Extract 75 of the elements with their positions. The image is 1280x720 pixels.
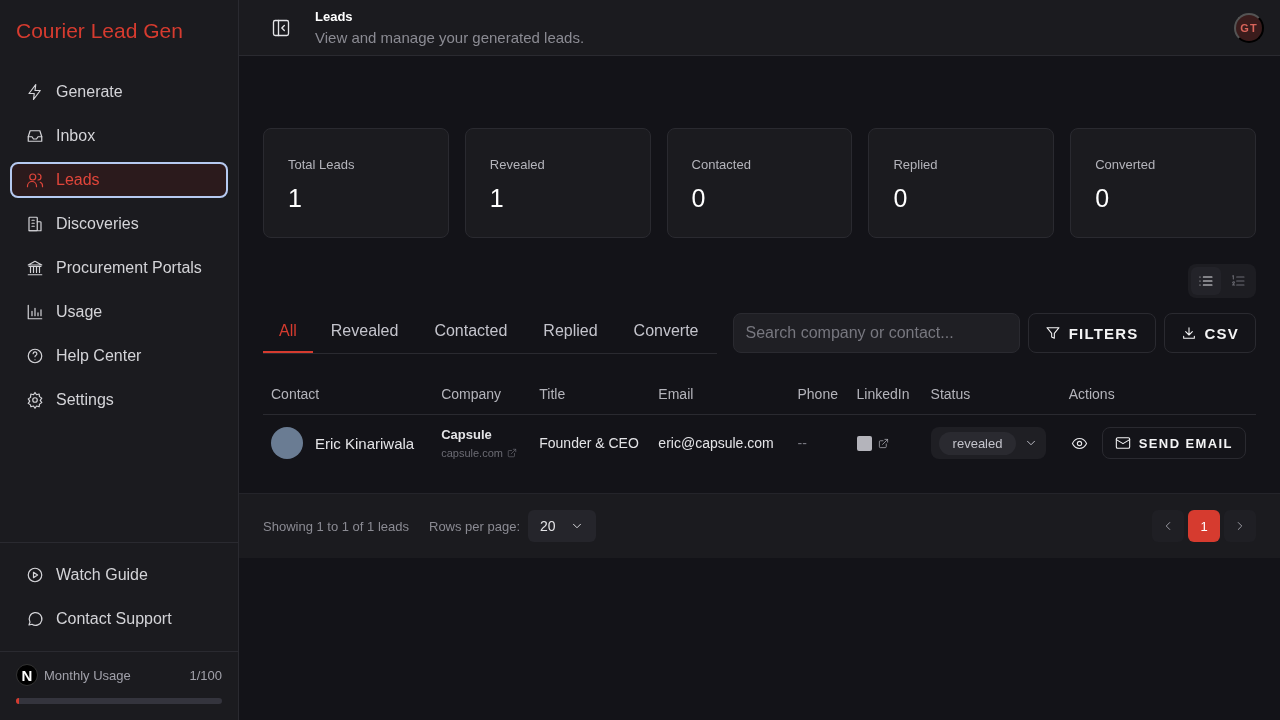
search-field[interactable]: Search company or contact... bbox=[732, 313, 1020, 353]
stat-value: 0 bbox=[893, 184, 909, 213]
column-header: LinkedIn bbox=[848, 386, 923, 415]
user-avatar[interactable]: GT bbox=[1234, 12, 1264, 43]
stat-value: 1 bbox=[489, 184, 505, 213]
page-subtitle: View and manage your generated leads. bbox=[315, 29, 586, 46]
usage-count: 1/100 bbox=[189, 667, 222, 683]
sidebar-item[interactable]: Procurement Portals bbox=[10, 250, 228, 286]
send-email-button[interactable]: SEND EMAIL bbox=[1101, 427, 1246, 459]
sidebar-item[interactable]: Settings bbox=[10, 382, 228, 418]
external-link-icon bbox=[877, 437, 889, 449]
rows-per-page-label: Rows per page: bbox=[429, 518, 521, 534]
column-header: Status bbox=[922, 386, 1061, 415]
stat-value: 0 bbox=[691, 184, 707, 213]
column-header: Company bbox=[433, 386, 532, 415]
status-select[interactable]: revealed bbox=[930, 427, 1047, 459]
external-link-icon bbox=[506, 448, 517, 458]
building-icon bbox=[26, 215, 44, 233]
status-pill: revealed bbox=[938, 431, 1017, 455]
filter-icon bbox=[1044, 325, 1061, 341]
stat-value: 0 bbox=[1095, 184, 1111, 213]
filter-tab[interactable]: Converte bbox=[615, 312, 717, 353]
csv-export-button[interactable]: CSV bbox=[1163, 313, 1256, 353]
column-header: Contact bbox=[263, 386, 434, 415]
rows-per-page-select[interactable]: 20 bbox=[528, 510, 596, 542]
download-icon bbox=[1180, 325, 1197, 341]
page-title: Leads bbox=[315, 9, 354, 24]
page-button[interactable]: 1 bbox=[1188, 510, 1220, 542]
dev-tools-badge[interactable]: N bbox=[16, 664, 38, 686]
table-cell: -- bbox=[789, 414, 849, 471]
mail-icon bbox=[1114, 435, 1131, 451]
usage-label: Monthly Usage bbox=[44, 667, 131, 683]
bank-icon bbox=[26, 259, 44, 277]
stat-label: Contacted bbox=[691, 157, 752, 172]
chat-bubble-icon bbox=[26, 610, 44, 628]
pagination-summary: Showing 1 to 1 of 1 leads bbox=[263, 518, 409, 534]
filter-tab[interactable]: Replied bbox=[525, 312, 616, 353]
linkedin-logo-icon bbox=[856, 435, 872, 451]
sidebar-item[interactable]: Watch Guide bbox=[10, 557, 228, 593]
table-cell: eric@capsule.com bbox=[650, 414, 790, 471]
lightning-icon bbox=[26, 83, 44, 101]
help-circle-icon bbox=[26, 347, 44, 365]
sidebar-toggle-icon bbox=[271, 17, 291, 38]
bar-chart-icon bbox=[26, 303, 44, 321]
inbox-icon bbox=[26, 127, 44, 145]
users-icon bbox=[26, 171, 44, 189]
column-header: Actions bbox=[1060, 386, 1256, 415]
filter-tab[interactable]: All bbox=[263, 312, 313, 353]
stat-value: 1 bbox=[288, 184, 303, 213]
stat-label: Total Leads bbox=[288, 157, 356, 172]
numbered-list-icon bbox=[1230, 273, 1246, 289]
sidebar-item[interactable]: Generate bbox=[10, 74, 228, 110]
play-circle-icon bbox=[26, 566, 44, 584]
table-cell: Founder & CEO bbox=[531, 414, 651, 471]
sidebar-item[interactable]: Leads bbox=[10, 162, 228, 198]
column-header: Phone bbox=[789, 386, 849, 415]
column-header: Title bbox=[531, 386, 651, 415]
settings-icon bbox=[26, 391, 44, 409]
contact-name: Eric Kinariwala bbox=[315, 434, 415, 452]
sidebar-item[interactable]: Contact Support bbox=[10, 601, 228, 637]
company-name: Capsule bbox=[441, 427, 493, 442]
filter-tab[interactable]: Contacted bbox=[416, 312, 526, 353]
stat-label: Converted bbox=[1095, 157, 1157, 172]
stat-label: Revealed bbox=[489, 157, 546, 172]
app-title: Courier Lead Gen bbox=[16, 19, 183, 43]
stat-label: Replied bbox=[893, 157, 939, 172]
sidebar-item[interactable]: Usage bbox=[10, 294, 228, 330]
avatar-placeholder bbox=[271, 427, 303, 459]
sidebar-item[interactable]: Discoveries bbox=[10, 206, 228, 242]
sidebar-item[interactable]: Inbox bbox=[10, 118, 228, 154]
column-header: Email bbox=[650, 386, 790, 415]
sidebar-item[interactable]: Help Center bbox=[10, 338, 228, 374]
company-website-link[interactable]: capsule.com bbox=[441, 447, 524, 459]
filter-tab[interactable]: Revealed bbox=[312, 312, 417, 353]
filters-button[interactable]: FILTERS bbox=[1027, 313, 1156, 353]
